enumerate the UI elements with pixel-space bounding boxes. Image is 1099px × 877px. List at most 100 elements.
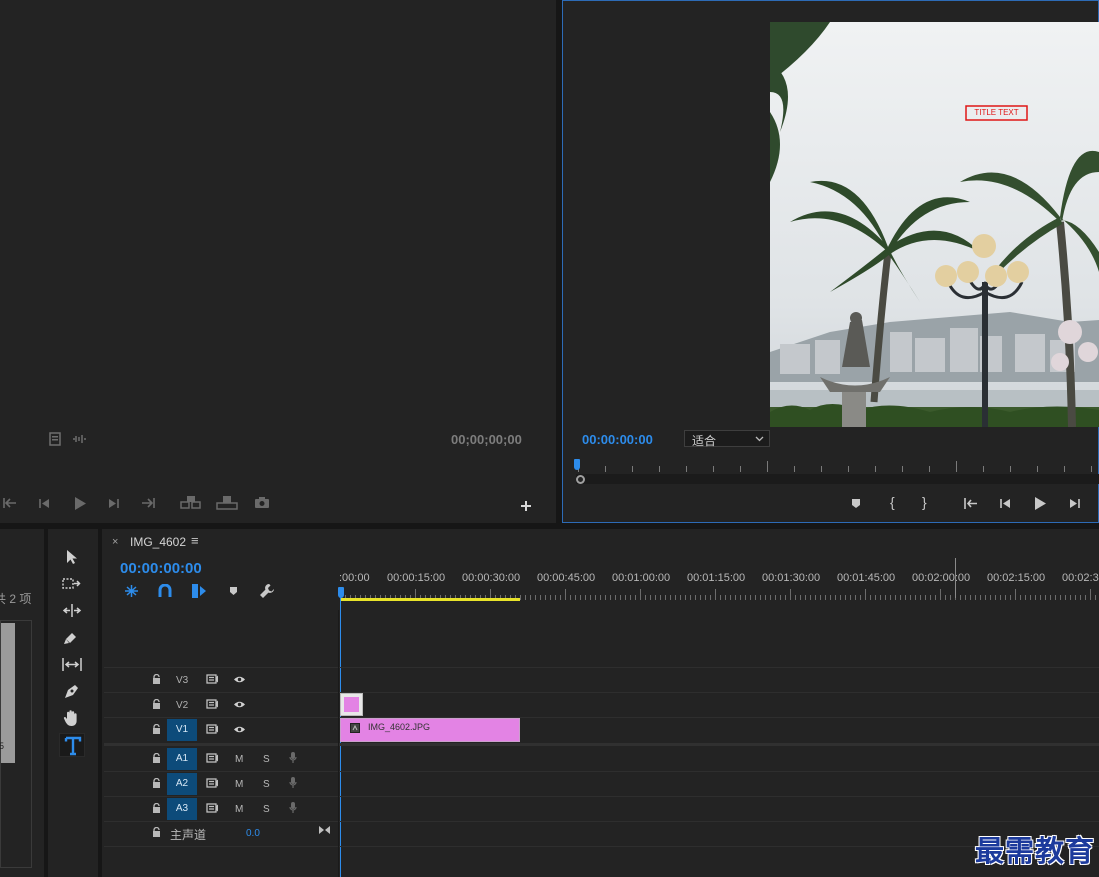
sync-lock-icon[interactable] <box>206 674 219 684</box>
program-video-frame: TITLE TEXT <box>770 22 1099 427</box>
ruler-label: 00:01:45:00 <box>837 572 896 584</box>
pen-tool-icon[interactable] <box>63 683 80 700</box>
ruler-label: 00:00:45:00 <box>537 572 596 584</box>
eye-icon[interactable] <box>233 700 246 709</box>
header-divider <box>338 610 339 877</box>
selection-tool-icon[interactable] <box>66 549 78 565</box>
sync-lock-icon[interactable] <box>206 699 219 709</box>
step-back-icon[interactable] <box>38 498 50 509</box>
step-back-icon[interactable] <box>999 498 1011 509</box>
mark-in-out-icon[interactable] <box>2 496 18 510</box>
lock-icon[interactable] <box>152 699 161 709</box>
go-to-end-icon[interactable] <box>318 825 331 835</box>
solo-button[interactable]: S <box>263 779 270 790</box>
lock-icon[interactable] <box>152 827 161 837</box>
work-area-bar[interactable] <box>340 598 520 601</box>
track-a3-target[interactable]: A3 <box>167 798 197 820</box>
sync-lock-icon[interactable] <box>206 724 219 734</box>
v1-clip[interactable]: IMG_4602.JPG <box>340 718 520 742</box>
eye-icon[interactable] <box>233 675 246 684</box>
sync-lock-icon[interactable] <box>206 778 219 788</box>
track-a2-target[interactable]: A2 <box>167 773 197 795</box>
project-thumbnail[interactable]: 5 <box>0 620 32 868</box>
mark-in-icon[interactable]: { <box>890 494 895 510</box>
slip-tool-icon[interactable] <box>61 657 83 672</box>
go-to-in-icon[interactable] <box>963 497 979 510</box>
solo-button[interactable]: S <box>263 804 270 815</box>
wrench-icon[interactable] <box>259 583 275 599</box>
go-to-out-icon[interactable] <box>140 496 156 510</box>
ruler-label: 00:02:00:00 <box>912 572 971 584</box>
eye-icon[interactable] <box>233 725 246 734</box>
timeline-tab-close[interactable]: × <box>112 536 118 548</box>
ruler-label: 00:01:30:00 <box>762 572 821 584</box>
hand-tool-icon[interactable] <box>63 709 80 727</box>
play-icon[interactable] <box>74 497 86 510</box>
audio-waveform-icon[interactable] <box>72 434 88 444</box>
timeline-timecode[interactable]: 00:00:00:00 <box>120 560 202 577</box>
ruler-label: 00:00:15:00 <box>387 572 446 584</box>
add-marker-icon[interactable] <box>229 586 238 596</box>
add-button-icon[interactable] <box>520 500 532 512</box>
v2-clip-thumbnail[interactable] <box>340 693 363 716</box>
fit-dropdown[interactable]: 适合 <box>684 430 770 448</box>
project-item-count: 共 2 项 <box>0 592 32 606</box>
program-ruler[interactable] <box>574 459 1099 473</box>
microphone-icon[interactable] <box>289 801 297 814</box>
snap-nest-icon[interactable] <box>124 584 139 598</box>
clip-name: IMG_4602.JPG <box>368 722 431 732</box>
microphone-icon[interactable] <box>289 751 297 764</box>
ruler-label: 00:02:3 <box>1062 572 1099 584</box>
zoom-scrollbar[interactable] <box>576 474 1099 484</box>
sync-lock-icon[interactable] <box>206 753 219 763</box>
linked-selection-icon[interactable] <box>191 583 207 599</box>
zoom-scrollbar-handle[interactable] <box>576 475 585 484</box>
track-v3-label[interactable]: V3 <box>176 675 188 686</box>
mute-button[interactable]: M <box>235 754 243 765</box>
lock-icon[interactable] <box>152 803 161 813</box>
step-forward-icon[interactable] <box>1069 498 1081 509</box>
cursor-line <box>955 558 956 598</box>
title-overlay-text[interactable]: TITLE TEXT <box>968 108 1025 118</box>
microphone-icon[interactable] <box>289 776 297 789</box>
ruler-label: 00:01:15:00 <box>687 572 746 584</box>
source-timecode[interactable]: 00;00;00;00 <box>451 432 522 447</box>
fx-icon <box>350 723 360 733</box>
camera-icon[interactable] <box>254 496 270 509</box>
program-playhead[interactable] <box>574 459 580 470</box>
ruler-label: :00:00 <box>339 572 370 584</box>
ripple-edit-tool-icon[interactable] <box>62 603 82 618</box>
step-forward-icon[interactable] <box>108 498 120 509</box>
timeline-tab-menu[interactable]: ≡ <box>191 533 199 548</box>
video-audio-divider <box>104 743 1099 746</box>
lock-icon[interactable] <box>152 674 161 684</box>
lock-icon[interactable] <box>152 778 161 788</box>
sync-lock-icon[interactable] <box>206 803 219 813</box>
type-tool-icon[interactable] <box>59 733 85 757</box>
lock-icon[interactable] <box>152 724 161 734</box>
marker-icon[interactable] <box>851 498 861 509</box>
mute-button[interactable]: M <box>235 804 243 815</box>
track-a1-target[interactable]: A1 <box>167 748 197 770</box>
film-icon[interactable] <box>49 432 61 446</box>
lock-icon[interactable] <box>152 753 161 763</box>
timeline-playhead-head[interactable] <box>338 587 344 598</box>
timeline-tab-title[interactable]: IMG_4602 <box>130 535 186 549</box>
track-divider <box>104 692 1099 693</box>
magnet-snap-icon[interactable] <box>158 584 172 598</box>
track-select-tool-icon[interactable] <box>62 577 82 591</box>
master-volume-value[interactable]: 0.0 <box>246 828 260 839</box>
track-v1-target[interactable]: V1 <box>167 719 197 741</box>
track-v2-label[interactable]: V2 <box>176 700 188 711</box>
insert-icon[interactable] <box>180 495 202 510</box>
play-icon[interactable] <box>1034 497 1046 510</box>
project-thumbnail-text: 5 <box>0 741 5 751</box>
mute-button[interactable]: M <box>235 779 243 790</box>
solo-button[interactable]: S <box>263 754 270 765</box>
mark-out-icon[interactable]: } <box>922 494 927 510</box>
ruler-label: 00:01:00:00 <box>612 572 671 584</box>
track-divider <box>104 846 1099 847</box>
program-timecode[interactable]: 00:00:00:00 <box>582 432 653 447</box>
razor-tool-icon[interactable] <box>63 630 79 646</box>
overwrite-icon[interactable] <box>216 495 238 510</box>
